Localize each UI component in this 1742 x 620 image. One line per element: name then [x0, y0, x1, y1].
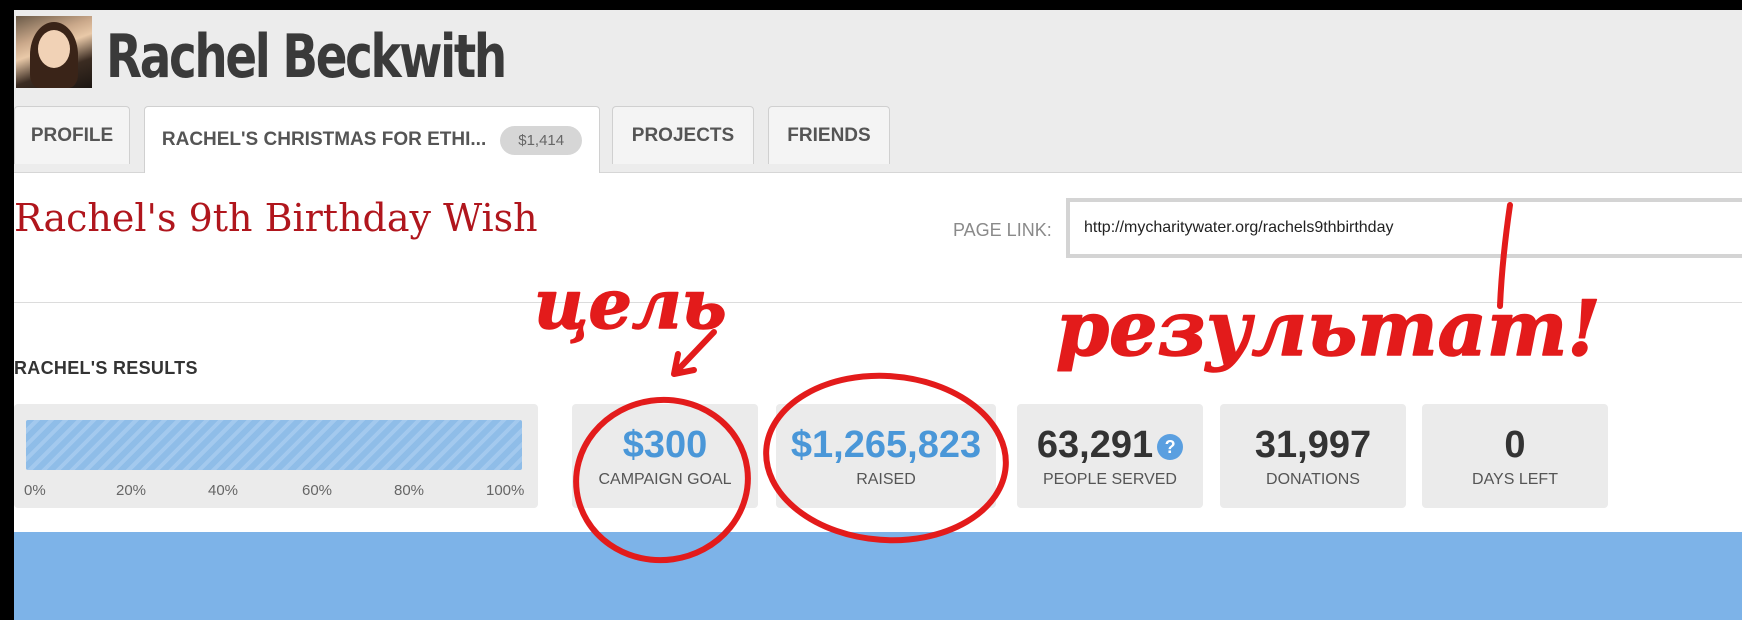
footer-strip	[14, 532, 1742, 620]
campaign-title: Rachel's 9th Birthday Wish	[14, 196, 538, 240]
tab-friends[interactable]: FRIENDS	[768, 106, 890, 164]
stat-campaign-goal: $300 CAMPAIGN GOAL	[572, 404, 758, 508]
arrow-annotation	[671, 329, 717, 377]
section-divider	[14, 302, 1742, 303]
tab-label: PROFILE	[30, 124, 114, 146]
results-heading: RACHEL'S RESULTS	[14, 358, 198, 378]
profile-header: Rachel Beckwith PROFILE RACHEL'S CHRISTM…	[14, 10, 1742, 173]
tab-christmas-campaign[interactable]: RACHEL'S CHRISTMAS FOR ETHI... $1,414	[144, 106, 600, 173]
stat-value: $300	[622, 424, 708, 466]
page-link-field[interactable]	[1066, 198, 1742, 258]
profile-name[interactable]: Rachel Beckwith	[106, 24, 507, 90]
stat-value: 63,291	[1036, 424, 1154, 466]
stat-people-served: 63,291? PEOPLE SERVED	[1017, 404, 1203, 508]
stat-raised: $1,265,823 RAISED	[776, 404, 996, 508]
page-frame: Rachel Beckwith PROFILE RACHEL'S CHRISTM…	[14, 10, 1742, 620]
progress-tick: 100%	[486, 482, 525, 499]
annotation-goal-word: цель	[534, 265, 727, 345]
stat-value: 0	[1504, 424, 1526, 466]
avatar[interactable]	[16, 16, 92, 88]
progress-tick: 0%	[24, 482, 46, 499]
annotation-result-word: результат!	[1056, 284, 1601, 373]
stat-value: 31,997	[1254, 424, 1372, 466]
stat-days-left: 0 DAYS LEFT	[1422, 404, 1608, 508]
progress-tick: 20%	[116, 482, 147, 499]
page-link-label: PAGE LINK:	[953, 220, 1052, 240]
stat-value: $1,265,823	[790, 424, 982, 466]
question-icon[interactable]: ?	[1157, 434, 1184, 460]
progress-panel: 0% 20% 40% 60% 80% 100%	[14, 404, 538, 508]
progress-bar	[26, 420, 522, 470]
stat-donations: 31,997 DONATIONS	[1220, 404, 1406, 508]
tab-amount-badge: $1,414	[500, 125, 583, 155]
stat-label: CAMPAIGN GOAL	[598, 471, 732, 488]
tab-profile[interactable]: PROFILE	[14, 106, 130, 164]
stat-value-row: 63,291?	[1017, 424, 1203, 467]
stat-label: DAYS LEFT	[1472, 471, 1558, 488]
tab-projects[interactable]: PROJECTS	[612, 106, 754, 164]
tab-label: RACHEL'S CHRISTMAS FOR ETHI...	[161, 129, 487, 150]
stat-label: DONATIONS	[1266, 471, 1360, 488]
tab-label: PROJECTS	[631, 124, 735, 146]
stat-label: RAISED	[856, 471, 916, 488]
progress-tick: 40%	[208, 482, 239, 499]
stat-label: PEOPLE SERVED	[1043, 471, 1177, 488]
progress-tick: 80%	[394, 482, 425, 499]
tab-label: FRIENDS	[787, 124, 871, 146]
progress-tick: 60%	[302, 482, 333, 499]
